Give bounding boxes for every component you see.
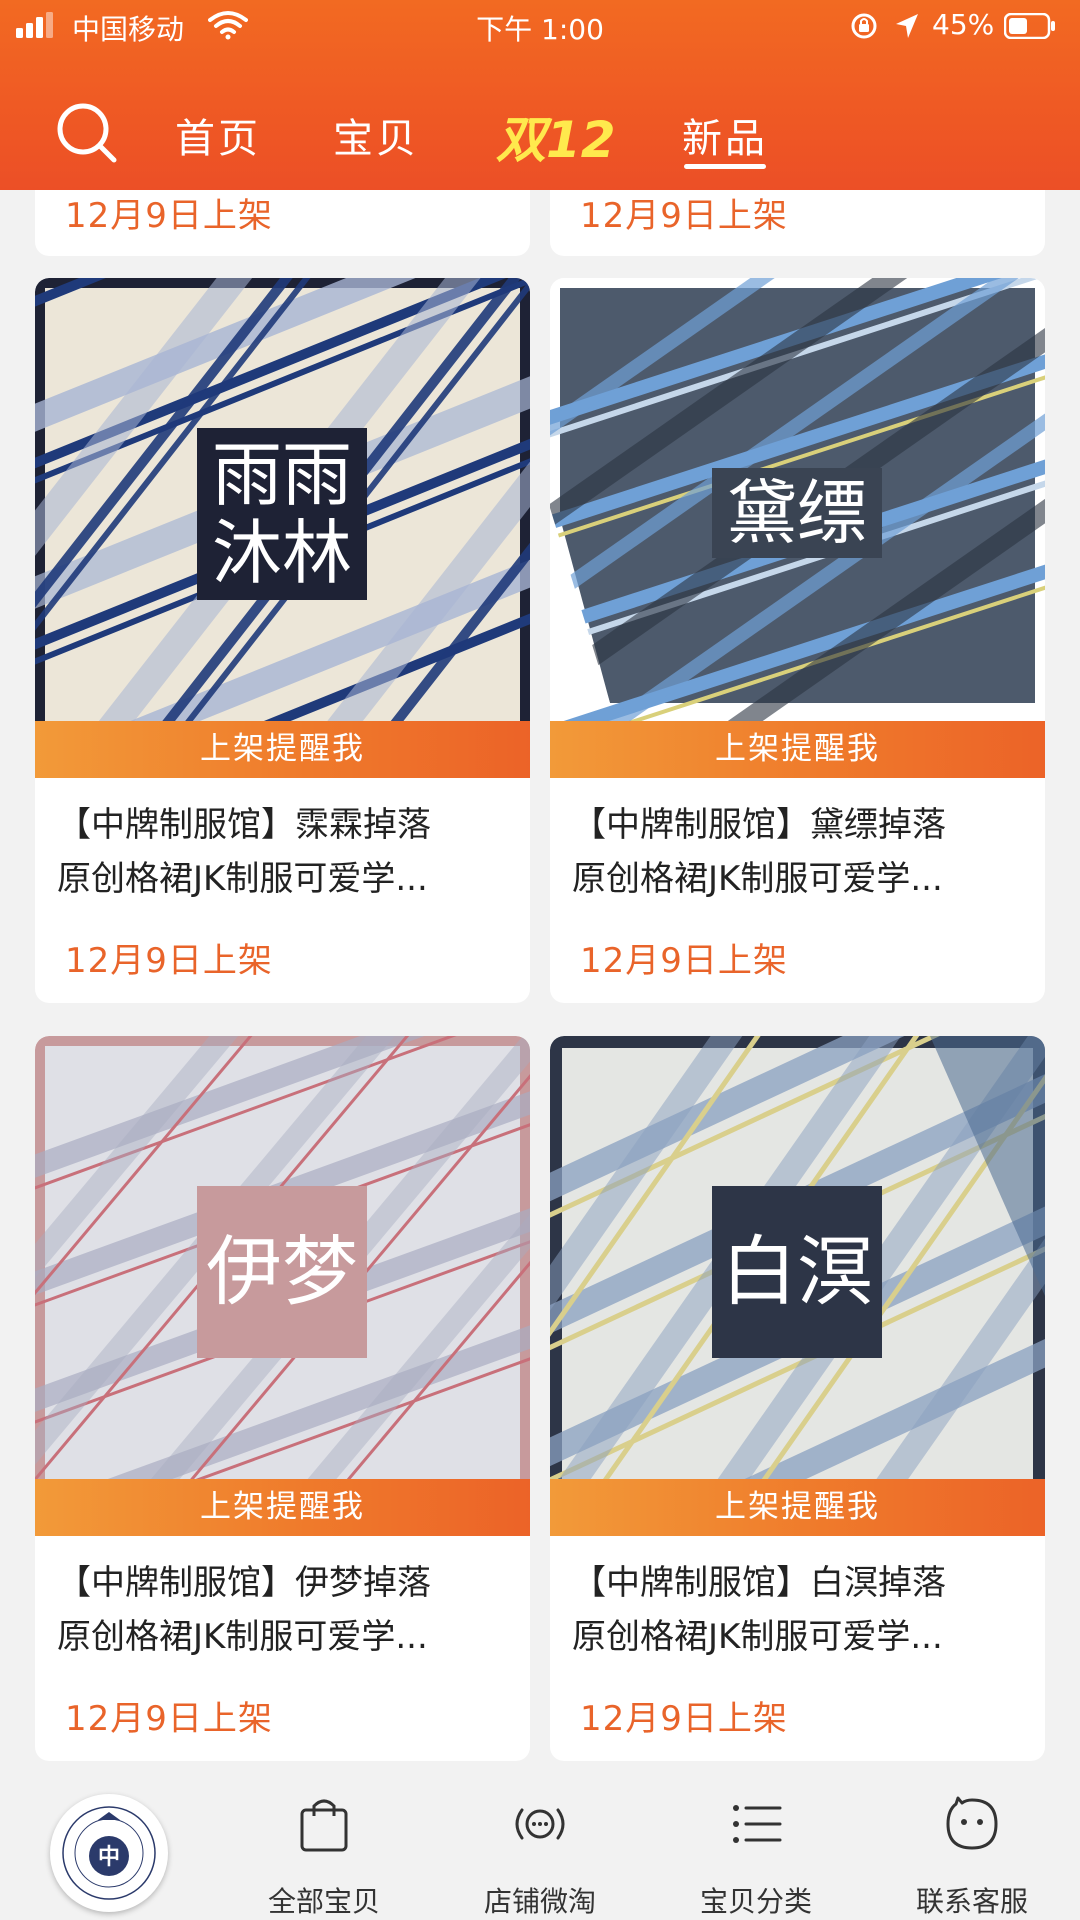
product-image[interactable]: 伊梦: [35, 1036, 530, 1479]
location-arrow-icon: [896, 14, 918, 38]
product-title-line: 原创格裙JK制服可爱学...: [572, 1617, 943, 1657]
product-card[interactable]: 伊梦 上架提醒我 【中牌制服馆】伊梦掉落 原创格裙JK制服可爱学... 12月9…: [35, 1036, 530, 1761]
product-grid: 12月9日上架 12月9日上架 雨雨 沐林 上架提醒我 【中牌制服馆】霂霖掉落 …: [0, 190, 1080, 1780]
release-date: 12月9日上架: [65, 1699, 273, 1739]
tab-categories[interactable]: 宝贝分类: [676, 1794, 836, 1920]
tab-label: 全部宝贝: [267, 1885, 380, 1918]
active-tab-indicator: [684, 164, 766, 169]
top-nav: 首页 宝贝 双12 新品: [0, 86, 1080, 186]
battery-percent: 45%: [932, 8, 995, 41]
remind-me-button[interactable]: 上架提醒我: [550, 721, 1045, 778]
product-title-line: 【中牌制服馆】霂霖掉落: [57, 805, 431, 845]
release-date: 12月9日上架: [580, 941, 788, 981]
shop-logo-emblem: 中: [62, 1806, 156, 1900]
tab-store-feed[interactable]: 店铺微淘: [460, 1794, 620, 1920]
badge-text-line: 沐林: [212, 512, 352, 594]
tab-all-items[interactable]: 全部宝贝: [244, 1794, 404, 1920]
rotation-lock-icon: [851, 13, 877, 39]
list-icon: [733, 1805, 782, 1843]
remind-me-button[interactable]: 上架提醒我: [550, 1479, 1045, 1536]
tab-label: 联系客服: [915, 1885, 1028, 1918]
product-image[interactable]: 白溟: [550, 1036, 1045, 1479]
partial-product-card[interactable]: 12月9日上架: [550, 190, 1045, 256]
remind-me-button[interactable]: 上架提醒我: [35, 721, 530, 778]
product-card[interactable]: 雨雨 沐林 上架提醒我 【中牌制服馆】霂霖掉落 原创格裙JK制服可爱学... 1…: [35, 278, 530, 1003]
product-title-line: 【中牌制服馆】伊梦掉落: [57, 1563, 431, 1603]
tab-label: 店铺微淘: [483, 1885, 596, 1918]
product-image[interactable]: 雨雨 沐林: [35, 278, 530, 721]
product-name-badge: 伊梦: [197, 1186, 367, 1358]
header: 中国移动 下午 1:00 45% 首页 宝贝 双12 新品: [0, 0, 1080, 190]
product-title: 【中牌制服馆】伊梦掉落 原创格裙JK制服可爱学...: [57, 1556, 517, 1664]
status-bar: 中国移动 下午 1:00 45%: [0, 0, 1080, 52]
badge-text-line: 黛缥: [727, 472, 867, 554]
product-title-line: 【中牌制服馆】白溟掉落: [572, 1563, 946, 1603]
tab-home[interactable]: 首页: [175, 106, 261, 164]
badge-text-line: 雨雨: [212, 434, 352, 516]
badge-text-line: 白溟: [721, 1227, 873, 1316]
partial-product-card[interactable]: 12月9日上架: [35, 190, 530, 256]
remind-me-button[interactable]: 上架提醒我: [35, 1479, 530, 1536]
product-name-badge: 白溟: [712, 1186, 882, 1358]
product-name-badge: 雨雨 沐林: [197, 428, 367, 600]
product-title: 【中牌制服馆】白溟掉落 原创格裙JK制服可爱学...: [572, 1556, 1032, 1664]
tab-customer-service[interactable]: 联系客服: [892, 1794, 1052, 1920]
logo-character: 中: [98, 1845, 120, 1870]
product-title: 【中牌制服馆】黛缥掉落 原创格裙JK制服可爱学...: [572, 798, 1032, 906]
tab-items[interactable]: 宝贝: [333, 106, 419, 164]
shop-logo[interactable]: 中: [50, 1794, 168, 1912]
release-date: 12月9日上架: [65, 941, 273, 981]
search-icon[interactable]: [56, 102, 118, 164]
badge-text-line: 伊梦: [206, 1227, 358, 1316]
product-card[interactable]: 白溟 上架提醒我 【中牌制服馆】白溟掉落 原创格裙JK制服可爱学... 12月9…: [550, 1036, 1045, 1761]
tab-new-products[interactable]: 新品: [682, 106, 768, 164]
release-date: 12月9日上架: [580, 1699, 788, 1739]
tab-label: 宝贝分类: [699, 1885, 812, 1918]
chat-face-icon: [946, 1796, 998, 1850]
product-title-line: 【中牌制服馆】黛缥掉落: [572, 805, 946, 845]
product-title-line: 原创格裙JK制服可爱学...: [572, 859, 943, 899]
product-title: 【中牌制服馆】霂霖掉落 原创格裙JK制服可爱学...: [57, 798, 517, 906]
release-date: 12月9日上架: [65, 196, 273, 236]
bottom-tab-bar: 中 全部宝贝 店铺微淘 宝贝分类 联系客服: [0, 1780, 1080, 1920]
product-title-line: 原创格裙JK制服可爱学...: [57, 859, 428, 899]
product-title-line: 原创格裙JK制服可爱学...: [57, 1617, 428, 1657]
product-name-badge: 黛缥: [712, 468, 882, 558]
app-screen: 中国移动 下午 1:00 45% 首页 宝贝 双12 新品 12月9日上架 12…: [0, 0, 1080, 1920]
product-card[interactable]: 黛缥 上架提醒我 【中牌制服馆】黛缥掉落 原创格裙JK制服可爱学... 12月9…: [550, 278, 1045, 1003]
tab-double12[interactable]: 双12: [496, 100, 616, 172]
broadcast-icon: [515, 1808, 565, 1840]
battery-icon: [1004, 13, 1055, 39]
shopping-bag-icon: [300, 1799, 348, 1852]
release-date: 12月9日上架: [580, 196, 788, 236]
product-image[interactable]: 黛缥: [550, 278, 1045, 721]
